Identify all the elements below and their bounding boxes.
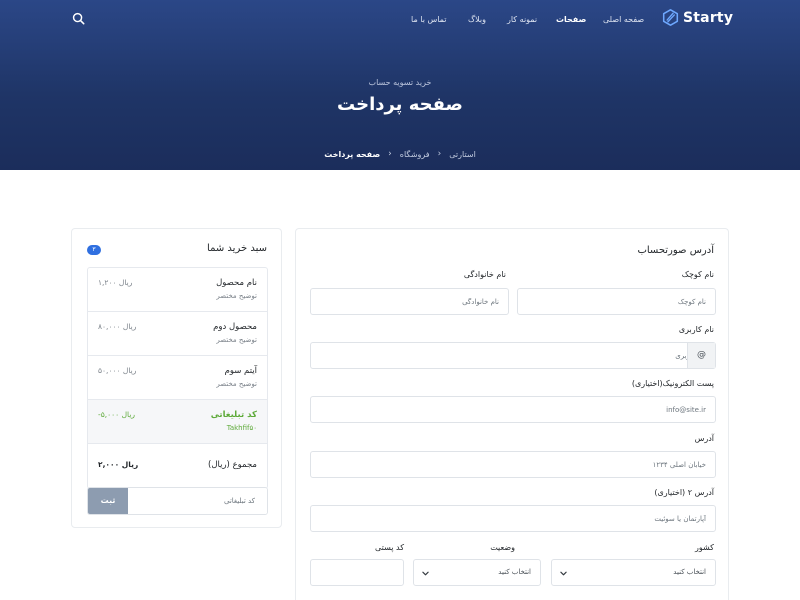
billing-panel: آدرس صورتحساب نام کوچک نام خانوادگی نام … [295,228,729,600]
last-name-input[interactable] [311,289,508,315]
logo-text: Starty [683,9,734,26]
billing-title: آدرس صورتحساب [637,245,714,256]
chevron-down-icon [560,571,567,576]
first-name-field[interactable] [517,288,716,315]
page-title: صفحه پرداخت [337,94,463,115]
total-amount: ۲,۰۰۰ ریال [98,460,139,469]
logo[interactable]: Starty [662,9,733,26]
cart-panel: سبد خرید شما ۳ نام محصول توضیح مختصر ۱,۲… [71,228,282,528]
first-name-input[interactable] [518,289,715,315]
promo-code: Takhfif۵۰ [226,424,257,432]
page-subtitle: خرید تسویه حساب [368,78,432,87]
cart-item-name: نام محصول [216,278,257,288]
breadcrumb-shop[interactable]: فروشگاه [400,150,430,159]
cart-promo-row: کد تبلیغاتی Takhfif۵۰ -۵,۰۰۰ ریال [88,400,267,444]
breadcrumb-chevron-icon: ‹ [437,149,442,159]
breadcrumb-chevron-icon: ‹ [388,149,392,159]
last-name-field[interactable] [310,288,509,315]
state-label: وضعیت [490,543,515,552]
promo-form: ثبت [87,487,268,515]
email-label: پست الکترونیک(اختیاری) [632,379,714,388]
cart-item: آیتم سوم توضیح مختصر ۵۰,۰۰۰ ریال [88,356,267,400]
country-label: کشور [695,543,714,552]
at-icon: @ [687,343,715,368]
address2-optional-text: (اختیاری) [654,488,686,497]
zip-label: کد پستی [375,543,404,552]
zip-input[interactable] [311,560,403,586]
last-name-label: نام خانوادگی [463,270,506,279]
nav-link-contact[interactable]: تماس با ما [411,15,447,24]
state-select[interactable]: انتخاب کنید [413,559,541,586]
country-select[interactable]: انتخاب کنید [551,559,716,586]
promo-amount: -۵,۰۰۰ ریال [98,410,136,419]
cart-item: نام محصول توضیح مختصر ۱,۲۰۰ ریال [88,268,267,312]
address2-input[interactable] [311,506,715,532]
cart-item-description: توضیح مختصر [216,336,257,344]
nav-link-pages[interactable]: صفحات [556,15,586,24]
username-label: نام کاربری [678,325,714,334]
cart-item-name: محصول دوم [213,322,257,332]
cart-item: محصول دوم توضیح مختصر ۸۰,۰۰۰ ریال [88,312,267,356]
cart-item-price: ۸۰,۰۰۰ ریال [98,322,137,331]
country-select-value: انتخاب کنید [673,568,706,576]
cart-item-price: ۱,۲۰۰ ریال [98,278,133,287]
promo-code-input[interactable] [126,488,267,514]
address2-label: آدرس ۲ (اختیاری) [654,488,714,497]
total-label: مجموع (ریال) [208,460,257,470]
email-field[interactable] [310,396,716,423]
cart-item-description: توضیح مختصر [216,380,257,388]
logo-icon [662,9,679,26]
address-label: آدرس [694,434,714,443]
nav-link-blog[interactable]: وبلاگ [468,15,486,24]
cart-title: سبد خرید شما [207,243,267,254]
first-name-label: نام کوچک [681,270,714,279]
breadcrumb-current: صفحه پرداخت [324,149,381,159]
chevron-down-icon [422,571,429,576]
address-input[interactable] [311,452,715,478]
nav-link-portfolio[interactable]: نمونه کار [507,15,537,24]
zip-field[interactable] [310,559,404,586]
state-select-value: انتخاب کنید [498,568,531,576]
email-input[interactable] [311,397,715,423]
search-icon[interactable] [72,12,85,25]
username-input[interactable] [339,343,715,368]
username-field[interactable]: @ [310,342,716,369]
page: تماس با ما وبلاگ نمونه کار صفحات صفحه اص… [0,0,800,600]
cart-total-row: مجموع (ریال) ۲,۰۰۰ ریال [88,444,267,488]
breadcrumb-home[interactable]: استارتی [449,150,476,159]
cart-item-price: ۵۰,۰۰۰ ریال [98,366,137,375]
promo-submit-button[interactable]: ثبت [88,488,128,514]
cart-count-badge: ۳ [87,245,101,255]
promo-label: کد تبلیغاتی [210,410,257,420]
nav-link-home[interactable]: صفحه اصلی [603,15,644,24]
email-optional-text: (اختیاری) [631,379,663,388]
page-header: تماس با ما وبلاگ نمونه کار صفحات صفحه اص… [0,0,800,170]
email-label-text: پست الکترونیک [662,379,714,388]
cart-list: نام محصول توضیح مختصر ۱,۲۰۰ ریال محصول د… [87,267,268,489]
cart-item-description: توضیح مختصر [216,292,257,300]
address-field[interactable] [310,451,716,478]
cart-item-name: آیتم سوم [224,366,257,376]
address2-label-text: آدرس ۲ [687,488,714,497]
breadcrumb: استارتی ‹ فروشگاه ‹ صفحه پرداخت [0,149,800,159]
address2-field[interactable] [310,505,716,532]
